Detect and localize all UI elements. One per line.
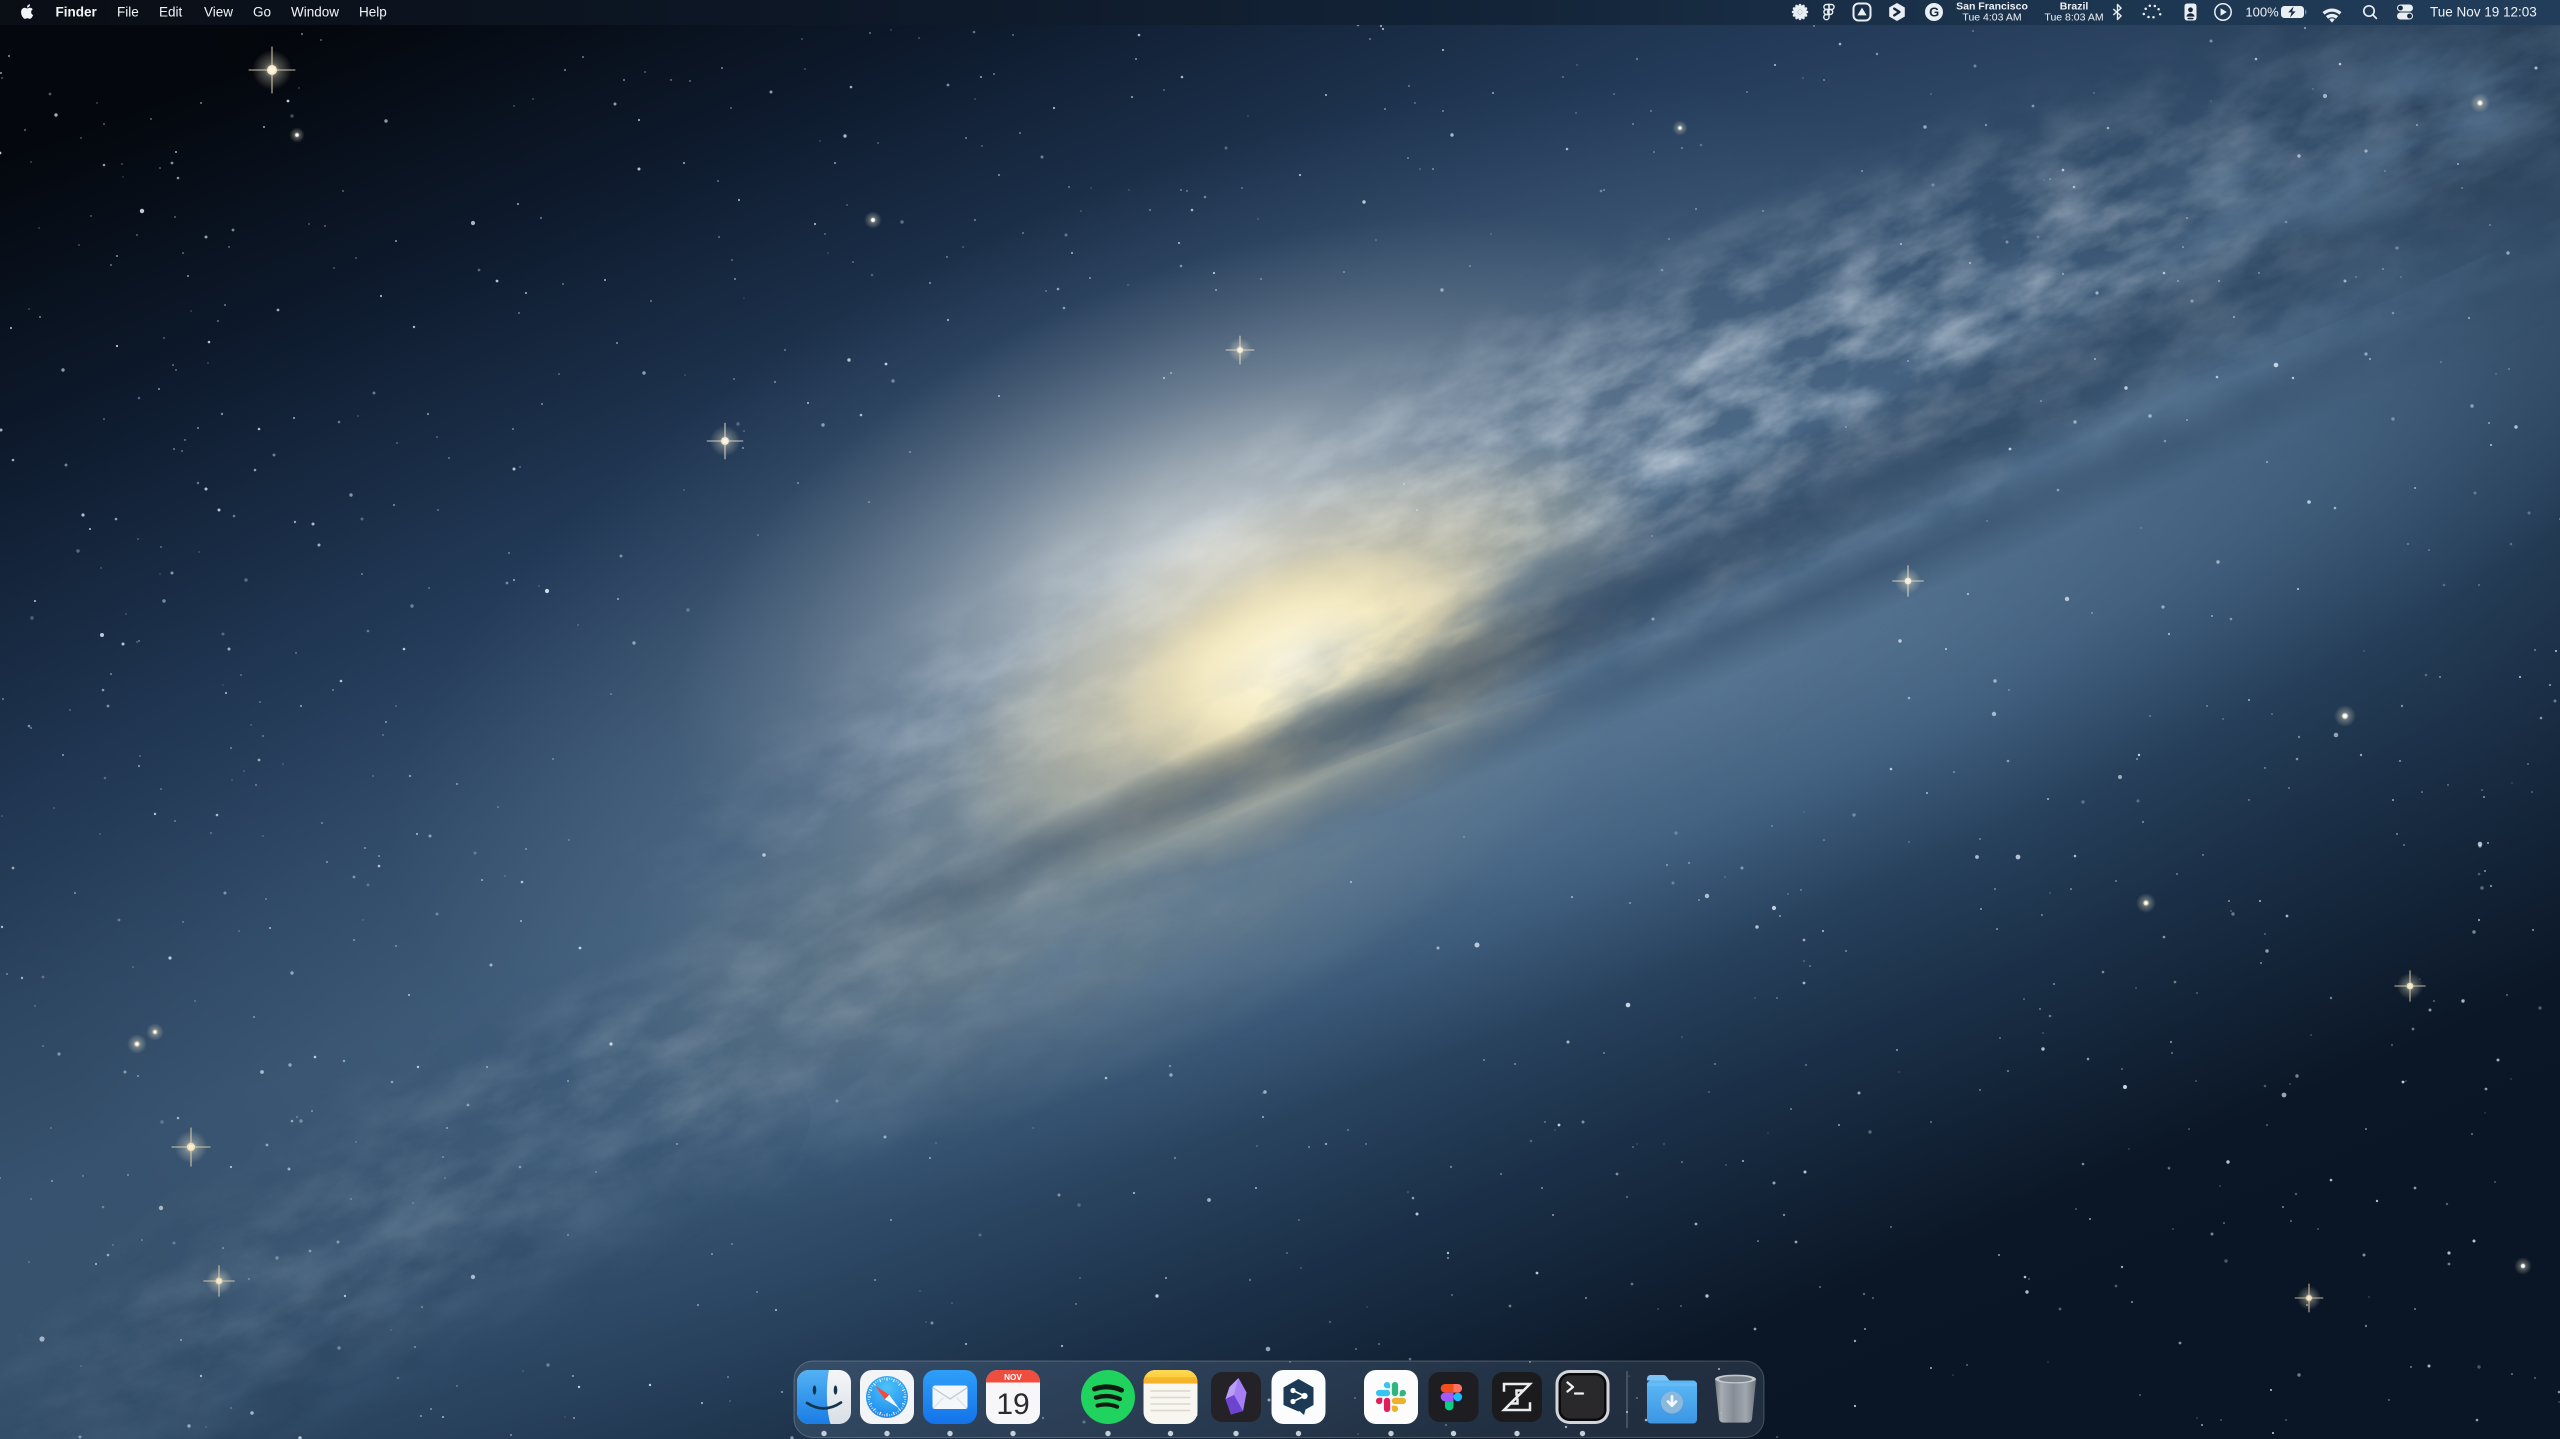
svg-text:NOV: NOV (1004, 1373, 1022, 1382)
svg-text:19: 19 (996, 1388, 1029, 1421)
